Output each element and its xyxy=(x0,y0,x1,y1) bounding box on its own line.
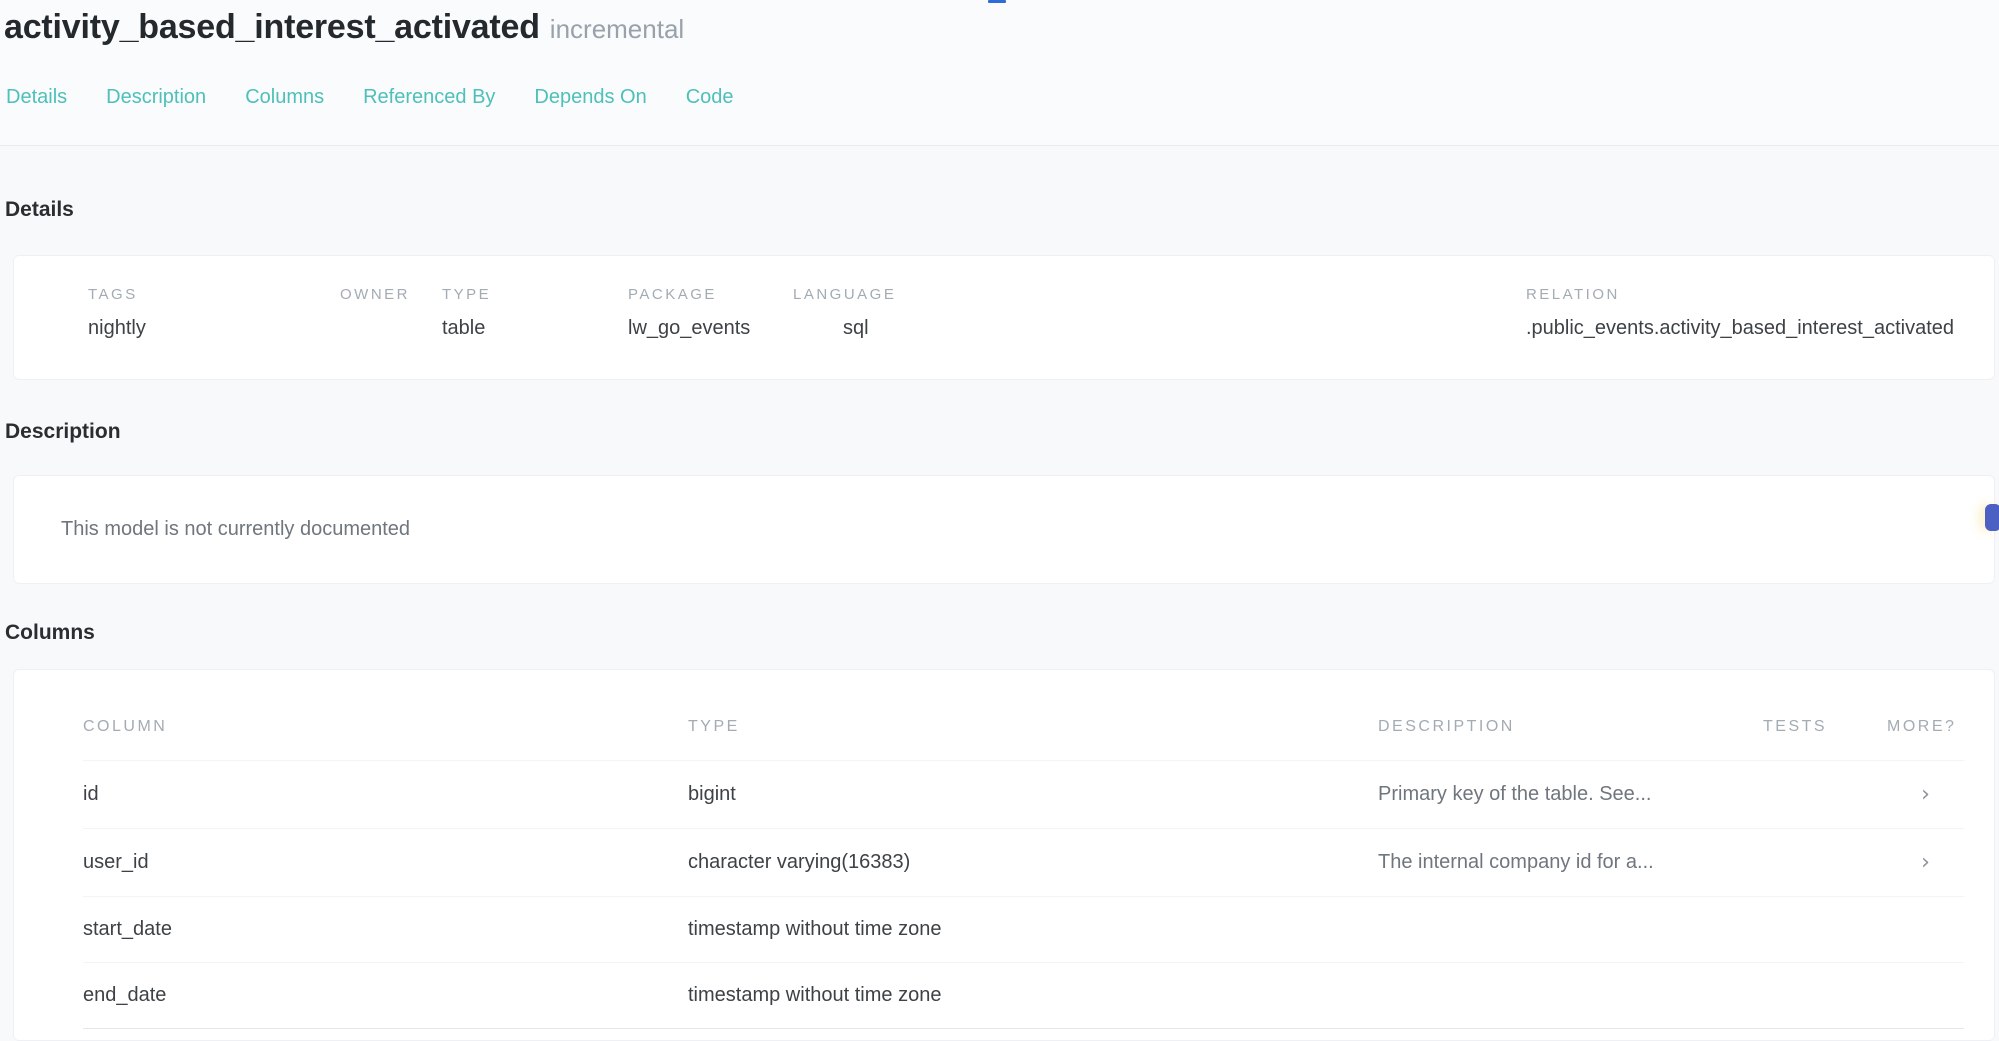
column-row[interactable]: end_date timestamp without time zone xyxy=(83,963,1964,1029)
column-type-cell: bigint xyxy=(688,761,1378,829)
expand-row-chevron-icon[interactable] xyxy=(1887,897,1964,963)
detail-field: LANGUAGE sql xyxy=(793,286,1526,341)
column-description-cell xyxy=(1378,897,1763,963)
column-header-type: TYPE xyxy=(688,670,1378,761)
column-tests-cell xyxy=(1763,897,1887,963)
column-type-cell: timestamp without time zone xyxy=(688,897,1378,963)
column-row[interactable]: id bigint Primary key of the table. See.… xyxy=(83,761,1964,829)
column-row[interactable]: user_id character varying(16383) The int… xyxy=(83,829,1964,897)
column-tests-cell xyxy=(1763,963,1887,1029)
detail-field: RELATION .public_events.activity_based_i… xyxy=(1526,286,1954,341)
columns-card: COLUMN TYPE DESCRIPTION TESTS MORE? id b… xyxy=(13,669,1995,1041)
detail-value xyxy=(340,317,442,341)
column-tests-cell xyxy=(1763,829,1887,897)
details-card: TAGS nightly OWNER TYPE table PACKAGE lw… xyxy=(13,255,1995,380)
description-text: This model is not currently documented xyxy=(61,516,1934,543)
detail-field: OWNER xyxy=(340,286,442,341)
columns-table: COLUMN TYPE DESCRIPTION TESTS MORE? id b… xyxy=(83,670,1964,1029)
column-description-cell: The internal company id for a... xyxy=(1378,829,1763,897)
detail-value: lw_go_events xyxy=(628,317,793,341)
section-tab[interactable]: Columns xyxy=(245,86,324,109)
columns-heading: Columns xyxy=(5,621,1999,645)
section-tab[interactable]: Referenced By xyxy=(363,86,495,109)
model-name: activity_based_interest_activated xyxy=(4,8,540,46)
detail-label: TYPE xyxy=(442,286,628,303)
detail-field: PACKAGE lw_go_events xyxy=(628,286,793,341)
column-row[interactable]: start_date timestamp without time zone xyxy=(83,897,1964,963)
section-tabs: Details Description Columns Referenced By De… xyxy=(6,86,1983,145)
column-header-tests: TESTS xyxy=(1763,670,1887,761)
header-divider xyxy=(0,145,1999,146)
column-header-description: DESCRIPTION xyxy=(1378,670,1763,761)
expand-row-chevron-icon[interactable]: › xyxy=(1887,829,1964,897)
column-type-cell: character varying(16383) xyxy=(688,829,1378,897)
columns-table-header-row: COLUMN TYPE DESCRIPTION TESTS MORE? xyxy=(83,670,1964,761)
column-tests-cell xyxy=(1763,761,1887,829)
column-name-cell: start_date xyxy=(83,897,688,963)
description-heading: Description xyxy=(5,420,1999,444)
page-title: activity_based_interest_activated increme… xyxy=(4,6,1983,50)
column-name-cell: end_date xyxy=(83,963,688,1029)
detail-label: RELATION xyxy=(1526,286,1954,303)
details-heading: Details xyxy=(5,198,1999,222)
column-type-cell: timestamp without time zone xyxy=(688,963,1378,1029)
clipped-link-fragment xyxy=(988,0,1006,3)
materialization-badge: incremental xyxy=(550,14,684,44)
columns-section: Columns COLUMN TYPE DESCRIPTION TESTS MO… xyxy=(0,621,1999,1041)
clipped-edit-button[interactable] xyxy=(1985,504,1999,531)
detail-value: .public_events.activity_based_interest_a… xyxy=(1526,317,1954,341)
column-header-column: COLUMN xyxy=(83,670,688,761)
details-section: Details TAGS nightly OWNER TYPE table xyxy=(0,198,1999,380)
detail-label: PACKAGE xyxy=(628,286,793,303)
main-content: Details TAGS nightly OWNER TYPE table xyxy=(0,198,1999,1041)
description-card: This model is not currently documented xyxy=(13,475,1995,584)
expand-row-chevron-icon[interactable]: › xyxy=(1887,761,1964,829)
model-header: activity_based_interest_activated increme… xyxy=(0,0,1999,145)
section-tab[interactable]: Details xyxy=(6,86,67,109)
section-tab[interactable]: Depends On xyxy=(534,86,646,109)
detail-label: TAGS xyxy=(88,286,340,303)
column-name-cell: user_id xyxy=(83,829,688,897)
expand-row-chevron-icon[interactable] xyxy=(1887,963,1964,1029)
column-description-cell: Primary key of the table. See... xyxy=(1378,761,1763,829)
column-name-cell: id xyxy=(83,761,688,829)
detail-label: OWNER xyxy=(340,286,442,303)
column-header-more: MORE? xyxy=(1887,670,1964,761)
section-tab[interactable]: Description xyxy=(106,86,206,109)
column-description-cell xyxy=(1378,963,1763,1029)
detail-value: sql xyxy=(793,317,1526,341)
detail-field: TAGS nightly xyxy=(88,286,340,341)
section-tab[interactable]: Code xyxy=(686,86,734,109)
detail-value: table xyxy=(442,317,628,341)
detail-field: TYPE table xyxy=(442,286,628,341)
detail-label: LANGUAGE xyxy=(793,286,1526,303)
detail-value: nightly xyxy=(88,317,340,341)
description-section: Description This model is not currently … xyxy=(0,420,1999,584)
